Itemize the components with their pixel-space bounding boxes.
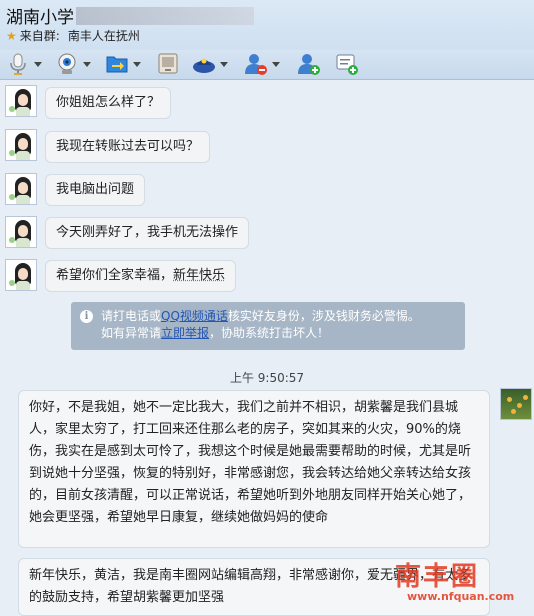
file-transfer-icon — [106, 56, 128, 73]
chevron-down-icon[interactable] — [133, 62, 141, 67]
star-icon: ★ — [6, 29, 17, 43]
message-bubble: 你姐姐怎么样了？ — [45, 87, 172, 119]
toolbar — [0, 50, 534, 80]
reply-bubble: 你好，不是我姐，她不一定比我大，我们之前并不相识，胡紫馨是我们县城人，家里太穷了… — [18, 390, 490, 548]
message-text: 今天刚弄好了，我手机无法操作 — [56, 225, 239, 240]
avatar[interactable] — [5, 173, 37, 205]
video-camera-icon — [58, 53, 76, 74]
avatar[interactable] — [5, 85, 37, 117]
remote-desktop-icon — [158, 53, 178, 74]
site-watermark: 南丰圈 www.nfquan.com — [395, 550, 533, 610]
message-text: 我现在转账过去可以吗？ — [56, 139, 200, 154]
avatar[interactable] — [5, 259, 37, 291]
info-icon: i — [80, 310, 93, 323]
title-bar: 湖南小学 ★ 来自群: 南丰人在抚州 — [0, 0, 534, 50]
app-icon — [193, 58, 215, 73]
source-group-line: ★ 来自群: 南丰人在抚州 — [6, 27, 140, 44]
message-text-underlined: 新年快乐 — [173, 268, 226, 283]
security-notice: i 请打电话或QQ视频通话核实好友身份，涉及钱财务必警惕。 如有异常请立即举报，… — [71, 302, 465, 350]
notice-line-2: 如有异常请立即举报，协助系统打击坏人！ — [101, 326, 330, 340]
reply-text: 你好，不是我姐，她不一定比我大，我们之前并不相识，胡紫馨是我们县城人，家里太穷了… — [29, 400, 472, 525]
message-bubble: 我电脑出问题 — [45, 174, 146, 206]
chevron-down-icon[interactable] — [34, 62, 42, 67]
masked-number — [76, 7, 254, 25]
add-contact-icon — [298, 54, 320, 75]
message-icon — [336, 54, 358, 75]
report-link[interactable]: 立即举报 — [161, 326, 209, 340]
message-text: 你姐姐怎么样了？ — [56, 95, 161, 110]
watermark-logo: 南丰圈 — [395, 562, 480, 592]
chevron-down-icon[interactable] — [83, 62, 91, 67]
source-label: 来自群: — [19, 29, 60, 43]
source-group-name[interactable]: 南丰人在抚州 — [68, 29, 140, 43]
microphone-icon — [10, 53, 26, 75]
message-bubble: 我现在转账过去可以吗？ — [45, 131, 211, 163]
notice-line-1: 请打电话或QQ视频通话核实好友身份，涉及钱财务必警惕。 — [101, 309, 420, 323]
avatar[interactable] — [500, 388, 532, 420]
chat-title: 湖南小学 — [6, 3, 254, 28]
avatar[interactable] — [5, 216, 37, 248]
message-text: 我电脑出问题 — [56, 182, 135, 197]
contact-name: 湖南小学 — [6, 8, 74, 28]
watermark-url: www.nfquan.com — [407, 590, 515, 603]
qq-video-call-link[interactable]: QQ视频通话 — [161, 309, 228, 323]
message-bubble: 希望你们全家幸福，新年快乐 — [45, 260, 237, 292]
remove-contact-icon — [245, 54, 267, 75]
message-text: 希望你们全家幸福， — [56, 268, 174, 283]
message-timestamp: 上午 9:50:57 — [229, 371, 305, 385]
chevron-down-icon[interactable] — [272, 62, 280, 67]
chevron-down-icon[interactable] — [220, 62, 228, 67]
avatar[interactable] — [5, 129, 37, 161]
message-bubble: 今天刚弄好了，我手机无法操作 — [45, 217, 250, 249]
chat-history[interactable]: 你姐姐怎么样了？ 我现在转账过去可以吗？ 我电脑出问题 今天刚弄好了，我手机无法… — [0, 80, 534, 616]
